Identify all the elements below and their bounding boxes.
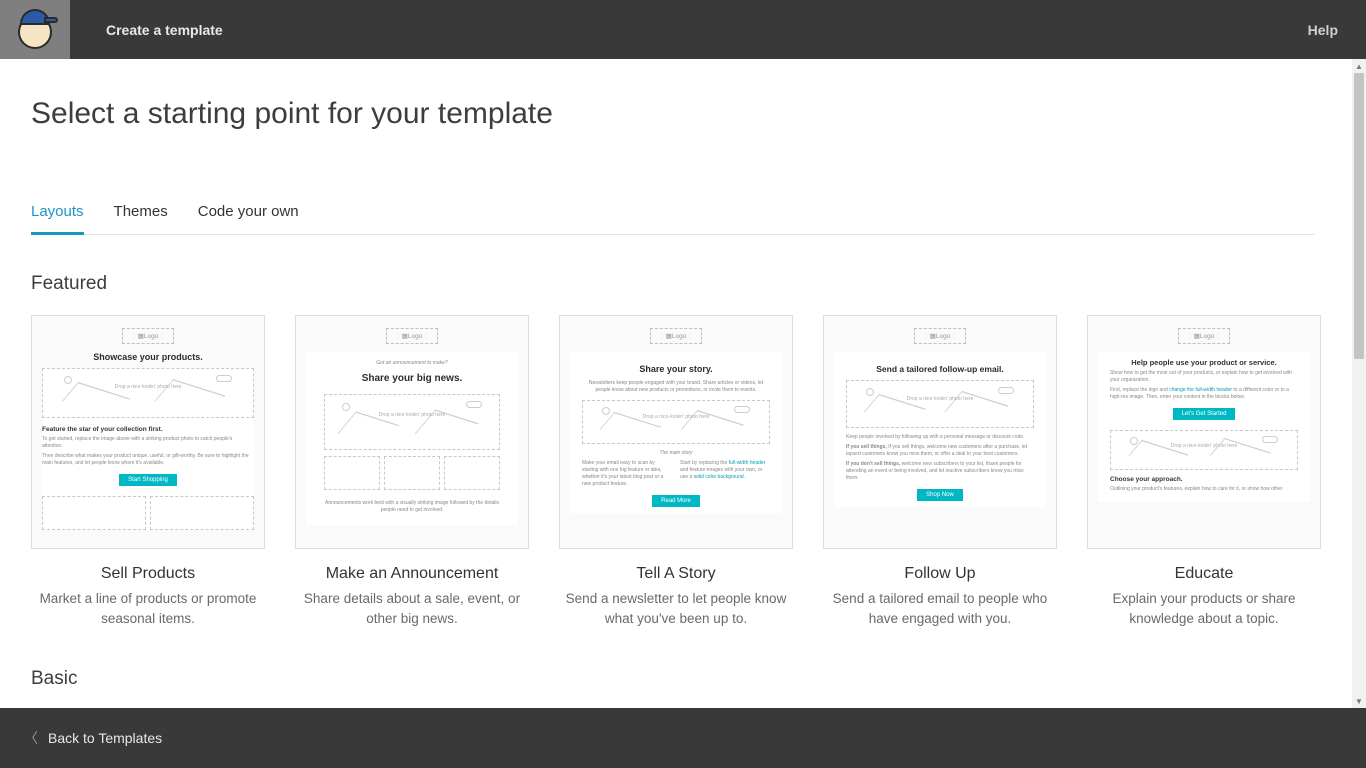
logo-placeholder: ▦ Logo [386, 328, 438, 344]
template-thumbnail: ▦ Logo Showcase your products. Drop a ni… [31, 315, 265, 549]
back-label: Back to Templates [48, 730, 162, 746]
topbar: Create a template Help [0, 0, 1366, 59]
thumb-cta: Let's Get Started [1173, 408, 1236, 420]
template-thumbnail: ▦ Logo Got an announcement to make? Shar… [295, 315, 529, 549]
logo-placeholder: ▦ Logo [122, 328, 174, 344]
tab-themes[interactable]: Themes [114, 203, 168, 234]
template-card-make-announcement[interactable]: ▦ Logo Got an announcement to make? Shar… [295, 315, 529, 630]
mailchimp-logo-icon [16, 11, 54, 49]
scrollbar[interactable]: ▲ ▼ [1352, 59, 1366, 708]
template-card-follow-up[interactable]: ▦ Logo Send a tailored follow-up email. … [823, 315, 1057, 630]
template-thumbnail: ▦ Logo Help people use your product or s… [1087, 315, 1321, 549]
section-featured-heading: Featured [31, 273, 1352, 295]
template-card-sell-products[interactable]: ▦ Logo Showcase your products. Drop a ni… [31, 315, 265, 630]
logo-placeholder: ▦ Logo [650, 328, 702, 344]
card-description: Market a line of products or promote sea… [31, 589, 265, 630]
main-scroll-area: Select a starting point for your templat… [0, 59, 1352, 708]
template-thumbnail: ▦ Logo Send a tailored follow-up email. … [823, 315, 1057, 549]
logo-placeholder: ▦ Logo [914, 328, 966, 344]
chevron-left-icon: 〈 [24, 728, 38, 748]
app-logo[interactable] [0, 0, 70, 59]
section-basic-heading: Basic [31, 668, 1352, 690]
template-thumbnail: ▦ Logo Share your story. Newsletters kee… [559, 315, 793, 549]
card-description: Explain your products or share knowledge… [1087, 589, 1321, 630]
card-title: Make an Announcement [326, 565, 499, 583]
thumb-cta: Read More [652, 495, 700, 507]
thumb-cta: Shop Now [917, 489, 963, 501]
card-title: Educate [1175, 565, 1234, 583]
tab-bar: Layouts Themes Code your own [31, 203, 1315, 235]
page-breadcrumb: Create a template [106, 22, 223, 38]
card-description: Share details about a sale, event, or ot… [295, 589, 529, 630]
help-link[interactable]: Help [1308, 22, 1338, 38]
back-to-templates-link[interactable]: 〈 Back to Templates [24, 728, 162, 748]
tab-layouts[interactable]: Layouts [31, 203, 84, 235]
card-title: Tell A Story [636, 565, 715, 583]
logo-placeholder: ▦ Logo [1178, 328, 1230, 344]
scroll-down-icon[interactable]: ▼ [1352, 694, 1366, 708]
template-card-educate[interactable]: ▦ Logo Help people use your product or s… [1087, 315, 1321, 630]
bottombar: 〈 Back to Templates [0, 708, 1366, 768]
card-title: Sell Products [101, 565, 195, 583]
featured-grid: ▦ Logo Showcase your products. Drop a ni… [31, 315, 1321, 630]
thumb-headline: Showcase your products. [42, 352, 254, 362]
scrollbar-thumb[interactable] [1354, 73, 1364, 359]
card-description: Send a tailored email to people who have… [823, 589, 1057, 630]
tab-code-your-own[interactable]: Code your own [198, 203, 299, 234]
card-description: Send a newsletter to let people know wha… [559, 589, 793, 630]
card-title: Follow Up [904, 565, 975, 583]
template-card-tell-story[interactable]: ▦ Logo Share your story. Newsletters kee… [559, 315, 793, 630]
topbar-left: Create a template [0, 0, 223, 59]
page-title: Select a starting point for your templat… [31, 97, 1352, 131]
thumb-cta: Start Shopping [119, 474, 177, 486]
scroll-up-icon[interactable]: ▲ [1352, 59, 1366, 73]
